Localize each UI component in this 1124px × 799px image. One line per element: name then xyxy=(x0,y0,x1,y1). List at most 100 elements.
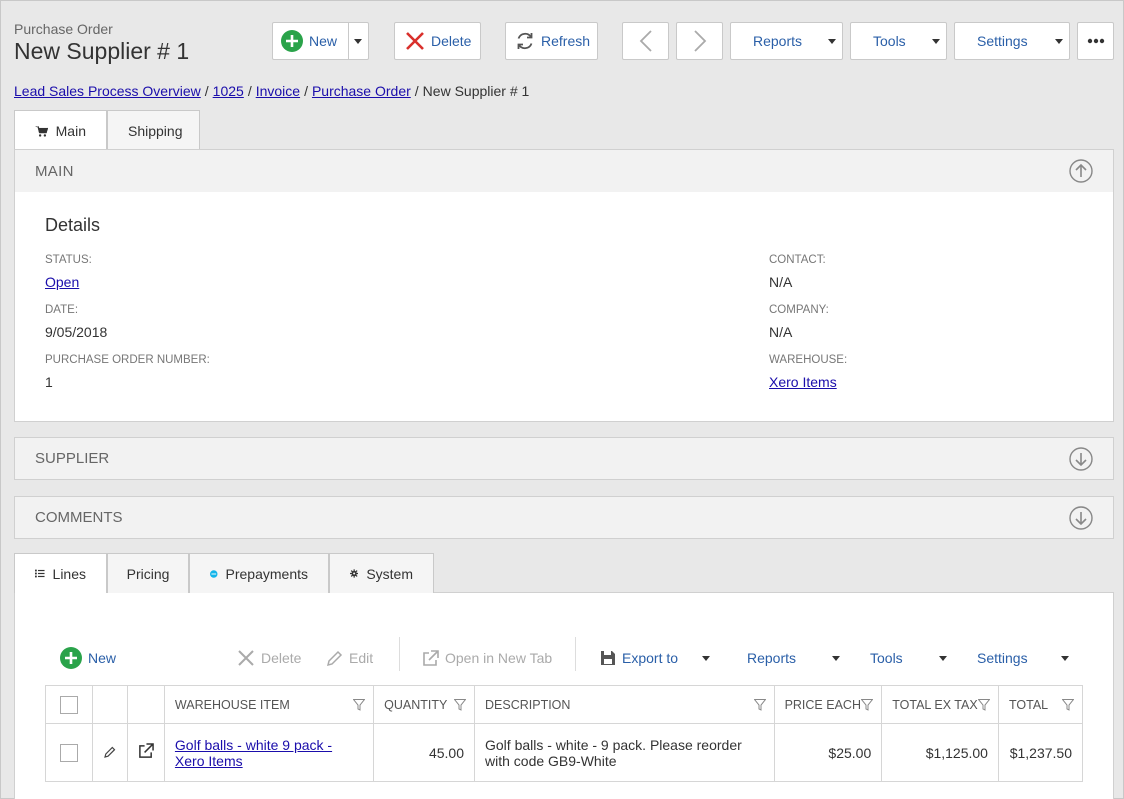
arrow-up-circle-icon[interactable] xyxy=(1069,159,1093,183)
tools-menu-label: Tools xyxy=(873,33,906,49)
toolbar-divider xyxy=(575,637,576,671)
table-row: Golf balls - white 9 pack - Xero Items 4… xyxy=(45,723,1084,782)
column-header-warehouse-item[interactable]: WAREHOUSE ITEM xyxy=(163,685,375,724)
external-link-icon[interactable] xyxy=(138,743,154,759)
arrow-down-circle-icon[interactable] xyxy=(1069,446,1093,471)
close-icon xyxy=(406,32,424,50)
edit-line-label: Edit xyxy=(349,650,374,666)
tab-prepayments[interactable]: Prepayments xyxy=(189,553,329,593)
tab-main[interactable]: Main xyxy=(14,110,107,151)
supplier-panel-header[interactable]: SUPPLIER xyxy=(14,437,1114,480)
status-link[interactable]: Open xyxy=(45,274,79,290)
previous-button[interactable] xyxy=(622,22,669,60)
row-open-cell xyxy=(126,723,165,782)
tab-prepayments-label: Prepayments xyxy=(225,565,308,582)
chevron-down-icon xyxy=(702,655,711,661)
breadcrumb: Lead Sales Process Overview/1025/Invoice… xyxy=(14,83,530,99)
arrow-down-circle-icon[interactable] xyxy=(1069,505,1093,530)
row-total: $1,237.50 xyxy=(997,723,1084,782)
record-tabs: Main Shipping xyxy=(14,110,200,151)
chevron-down-icon xyxy=(926,23,946,59)
chevron-down-icon xyxy=(1060,655,1069,661)
main-panel-heading: MAIN xyxy=(35,162,74,180)
delete-line-button[interactable]: Delete xyxy=(237,646,301,670)
filter-icon[interactable] xyxy=(753,699,766,711)
tab-shipping-label: Shipping xyxy=(128,122,183,139)
grid-reports-menu[interactable]: Reports xyxy=(747,646,841,670)
page-title: New Supplier # 1 xyxy=(14,38,190,64)
column-header-total-ex-tax[interactable]: TOTAL EX TAX xyxy=(881,685,999,724)
grid-tools-menu[interactable]: Tools xyxy=(870,646,947,670)
new-dropdown-toggle[interactable] xyxy=(348,23,368,59)
xero-icon xyxy=(210,569,218,578)
open-new-tab-label: Open in New Tab xyxy=(445,650,553,666)
filter-icon[interactable] xyxy=(353,699,366,711)
open-new-tab-button[interactable]: Open in New Tab xyxy=(422,646,552,670)
edit-column-header xyxy=(91,685,128,724)
chevron-down-icon xyxy=(832,655,841,661)
refresh-icon xyxy=(517,32,533,50)
row-select-cell xyxy=(45,723,93,782)
refresh-button[interactable]: Refresh xyxy=(505,22,598,60)
edit-line-button[interactable]: Edit xyxy=(326,646,373,670)
pencil-icon[interactable] xyxy=(104,746,116,758)
delete-button[interactable]: Delete xyxy=(394,22,481,60)
grid-settings-menu[interactable]: Settings xyxy=(977,646,1069,670)
column-header-quantity[interactable]: QUANTITY xyxy=(373,685,475,724)
grid-header-row: WAREHOUSE ITEM QUANTITY DESCRIPTION PRIC… xyxy=(45,685,1084,724)
delete-button-label: Delete xyxy=(431,33,472,49)
new-button[interactable]: New xyxy=(272,22,369,60)
tab-main-label: Main xyxy=(55,123,86,139)
next-button[interactable] xyxy=(676,22,723,60)
breadcrumb-link[interactable]: Lead Sales Process Overview xyxy=(14,83,201,99)
main-panel: MAIN Details STATUS: Open DATE: 9/05/201… xyxy=(14,149,1114,422)
pencil-icon xyxy=(326,650,343,666)
tab-lines[interactable]: Lines xyxy=(14,553,107,593)
company-value: N/A xyxy=(769,324,793,340)
more-button[interactable] xyxy=(1077,22,1114,60)
export-menu[interactable]: Export to xyxy=(600,646,711,670)
breadcrumb-link[interactable]: Purchase Order xyxy=(312,83,411,99)
add-line-button[interactable]: New xyxy=(60,646,116,670)
comments-panel-heading: COMMENTS xyxy=(35,509,123,526)
page-subtitle: Purchase Order xyxy=(14,21,113,37)
grid-reports-label: Reports xyxy=(747,650,797,666)
warehouse-item-link[interactable]: Golf balls - white 9 pack - Xero Items xyxy=(175,737,332,769)
list-icon xyxy=(35,569,45,578)
save-icon xyxy=(601,651,615,665)
column-header-description[interactable]: DESCRIPTION xyxy=(474,685,775,724)
select-all-checkbox[interactable] xyxy=(59,695,78,714)
warehouse-link[interactable]: Xero Items xyxy=(769,374,837,390)
row-checkbox[interactable] xyxy=(59,743,78,762)
po-number-value: 1 xyxy=(45,374,53,390)
reports-menu-label: Reports xyxy=(753,33,803,49)
breadcrumb-link[interactable]: 1025 xyxy=(213,83,244,99)
breadcrumb-link[interactable]: Invoice xyxy=(256,83,300,99)
filter-icon[interactable] xyxy=(1062,699,1074,711)
date-value: 9/05/2018 xyxy=(45,324,108,340)
main-panel-header[interactable]: MAIN xyxy=(15,150,1113,192)
po-number-field: PURCHASE ORDER NUMBER: 1 xyxy=(45,354,210,390)
tab-system[interactable]: System xyxy=(329,553,434,593)
select-all-cell xyxy=(45,685,93,724)
reports-menu[interactable]: Reports xyxy=(730,22,843,60)
settings-menu[interactable]: Settings xyxy=(954,22,1070,60)
filter-icon[interactable] xyxy=(977,699,990,711)
filter-icon[interactable] xyxy=(454,699,466,711)
row-quantity: 45.00 xyxy=(373,723,475,782)
tools-menu[interactable]: Tools xyxy=(850,22,947,60)
warehouse-label: WAREHOUSE: xyxy=(769,354,848,366)
chevron-down-icon xyxy=(1049,23,1069,59)
column-header-price-each[interactable]: PRICE EACH xyxy=(773,685,883,724)
tab-pricing-label: Pricing xyxy=(126,565,170,582)
filter-icon[interactable] xyxy=(861,699,874,711)
comments-panel-header[interactable]: COMMENTS xyxy=(14,496,1114,539)
tab-pricing[interactable]: Pricing xyxy=(107,553,189,593)
warehouse-field: WAREHOUSE: Xero Items xyxy=(769,354,847,390)
date-field: DATE: 9/05/2018 xyxy=(45,304,107,340)
export-menu-label: Export to xyxy=(622,650,679,666)
detail-tabs: Lines Pricing Prepayments System xyxy=(14,553,434,593)
column-header-total[interactable]: TOTAL xyxy=(997,685,1084,724)
tab-shipping[interactable]: Shipping xyxy=(107,110,200,150)
page-header: Purchase Order New Supplier # 1 xyxy=(14,21,189,65)
